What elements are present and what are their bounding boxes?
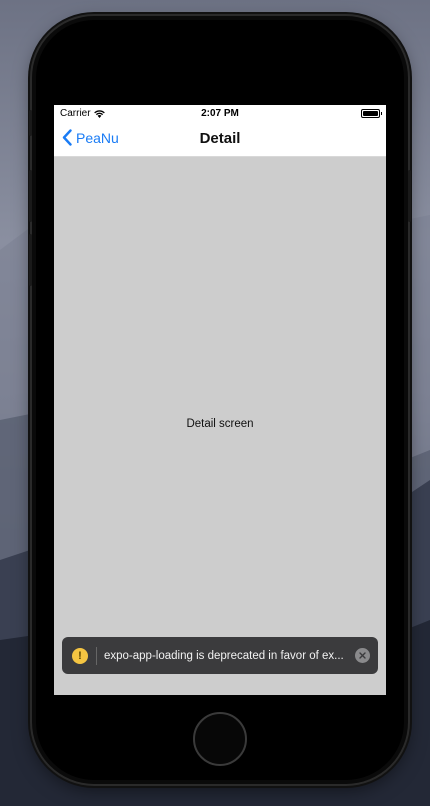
page-title: Detail bbox=[199, 130, 241, 147]
toast-divider bbox=[96, 646, 97, 665]
warning-toast[interactable]: ! expo-app-loading is deprecated in favo… bbox=[62, 637, 378, 674]
status-bar: Carrier 2:07 PM bbox=[54, 105, 386, 121]
close-icon[interactable] bbox=[355, 648, 370, 663]
x-glyph-icon bbox=[359, 652, 366, 659]
home-button[interactable] bbox=[193, 712, 247, 766]
battery-icon bbox=[361, 109, 382, 118]
status-time: 2:07 PM bbox=[201, 108, 239, 119]
detail-screen-text: Detail screen bbox=[186, 418, 254, 430]
toast-message: expo-app-loading is deprecated in favor … bbox=[104, 649, 344, 662]
volume-down-button bbox=[29, 234, 32, 286]
power-button bbox=[408, 170, 411, 222]
navigation-bar: PeaNu Detail bbox=[54, 121, 386, 157]
warning-icon: ! bbox=[72, 647, 88, 664]
volume-up-button bbox=[29, 170, 32, 222]
mute-switch bbox=[29, 110, 32, 136]
app-screen: Carrier 2:07 PM PeaNu Detail Detail scre… bbox=[54, 105, 386, 695]
